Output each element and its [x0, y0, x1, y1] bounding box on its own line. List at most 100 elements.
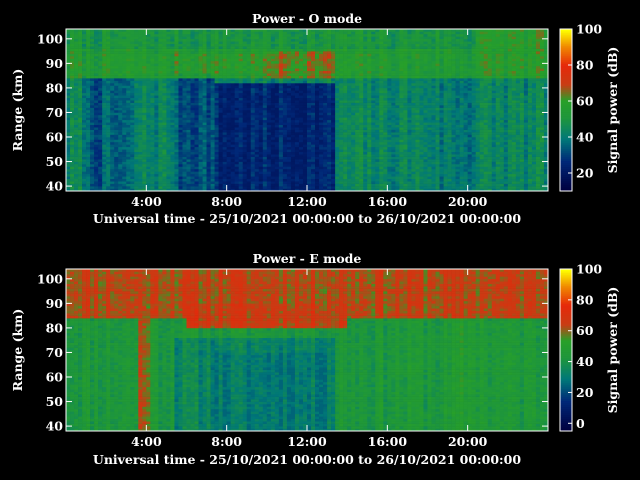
heatmap-cell: [351, 78, 355, 81]
heatmap-cell: [323, 105, 327, 108]
heatmap-cell: [66, 122, 70, 125]
heatmap-cell: [187, 174, 191, 177]
heatmap-cell: [134, 44, 138, 47]
heatmap-cell: [215, 56, 219, 59]
heatmap-cell: [110, 93, 114, 96]
heatmap-cell: [211, 83, 215, 86]
heatmap-cell: [367, 95, 371, 98]
heatmap-cell: [359, 41, 363, 44]
heatmap-cell: [114, 174, 118, 177]
heatmap-cell: [182, 51, 186, 54]
heatmap-cell: [283, 83, 287, 86]
heatmap-cell: [343, 152, 347, 155]
heatmap-cell: [182, 49, 186, 52]
heatmap-cell: [211, 162, 215, 165]
heatmap-cell: [295, 112, 299, 115]
heatmap-cell: [339, 184, 343, 187]
heatmap-cell: [251, 83, 255, 86]
heatmap-cell: [150, 41, 154, 44]
heatmap-cell: [170, 157, 174, 160]
heatmap-cell: [327, 108, 331, 111]
heatmap-cell: [142, 100, 146, 103]
heatmap-cell: [307, 71, 311, 74]
heatmap-cell: [191, 46, 195, 49]
heatmap-cell: [102, 169, 106, 172]
heatmap-cell: [203, 103, 207, 106]
heatmap-cell: [279, 73, 283, 76]
heatmap-cell: [251, 108, 255, 111]
heatmap-cell: [251, 73, 255, 76]
heatmap-cell: [363, 149, 367, 152]
heatmap-cell: [170, 76, 174, 79]
heatmap-cell: [162, 63, 166, 66]
heatmap-cell: [323, 127, 327, 130]
heatmap-cell: [307, 147, 311, 150]
heatmap-cell: [275, 169, 279, 172]
heatmap-cell: [315, 68, 319, 71]
heatmap-cell: [307, 125, 311, 128]
heatmap-cell: [279, 179, 283, 182]
heatmap-cell: [339, 117, 343, 120]
heatmap-cell: [146, 147, 150, 150]
heatmap-cell: [90, 85, 94, 88]
heatmap-cell: [287, 78, 291, 81]
heatmap-cell: [251, 105, 255, 108]
heatmap-cell: [90, 95, 94, 98]
heatmap-cell: [359, 181, 363, 184]
heatmap-cell: [227, 174, 231, 177]
heatmap-cell: [191, 169, 195, 172]
heatmap-cell: [215, 144, 219, 147]
heatmap-cell: [182, 56, 186, 59]
heatmap-cell: [243, 100, 247, 103]
heatmap-cell: [235, 184, 239, 187]
heatmap-cell: [207, 166, 211, 169]
heatmap-cell: [355, 144, 359, 147]
heatmap-cell: [142, 54, 146, 57]
heatmap-cell: [94, 73, 98, 76]
heatmap-cell: [283, 157, 287, 160]
heatmap-cell: [74, 85, 78, 88]
heatmap-cell: [74, 125, 78, 128]
heatmap-cell: [279, 63, 283, 66]
heatmap-cell: [174, 184, 178, 187]
heatmap-cell: [315, 181, 319, 184]
heatmap-cell: [239, 176, 243, 179]
heatmap-cell: [138, 186, 142, 189]
heatmap-cell: [251, 130, 255, 133]
heatmap-cell: [158, 142, 162, 145]
heatmap-cell: [359, 171, 363, 174]
heatmap-cell: [211, 174, 215, 177]
heatmap-cell: [118, 110, 122, 113]
heatmap-cell: [351, 63, 355, 66]
heatmap-cell: [235, 103, 239, 106]
heatmap-cell: [299, 41, 303, 44]
heatmap-cell: [271, 115, 275, 118]
heatmap-cell: [295, 142, 299, 145]
heatmap-cell: [146, 110, 150, 113]
heatmap-cell: [66, 171, 70, 174]
heatmap-cell: [70, 44, 74, 47]
heatmap-cell: [122, 142, 126, 145]
heatmap-cell: [235, 149, 239, 152]
heatmap-cell: [154, 154, 158, 157]
heatmap-cell: [94, 112, 98, 115]
heatmap-cell: [331, 144, 335, 147]
heatmap-cell: [174, 125, 178, 128]
heatmap-cell: [331, 103, 335, 106]
heatmap-cell: [295, 137, 299, 140]
heatmap-cell: [227, 98, 231, 101]
heatmap-cell: [126, 176, 130, 179]
heatmap-cell: [178, 157, 182, 160]
heatmap-cell: [299, 152, 303, 155]
heatmap-cell: [359, 142, 363, 145]
heatmap-cell: [267, 159, 271, 162]
heatmap-cell: [102, 93, 106, 96]
heatmap-cell: [331, 44, 335, 47]
heatmap-cell: [295, 46, 299, 49]
heatmap-cell: [275, 110, 279, 113]
heatmap-cell: [86, 186, 90, 189]
heatmap-cell: [174, 51, 178, 54]
heatmap-cell: [106, 132, 110, 135]
heatmap-cell: [231, 108, 235, 111]
heatmap-cell: [359, 110, 363, 113]
